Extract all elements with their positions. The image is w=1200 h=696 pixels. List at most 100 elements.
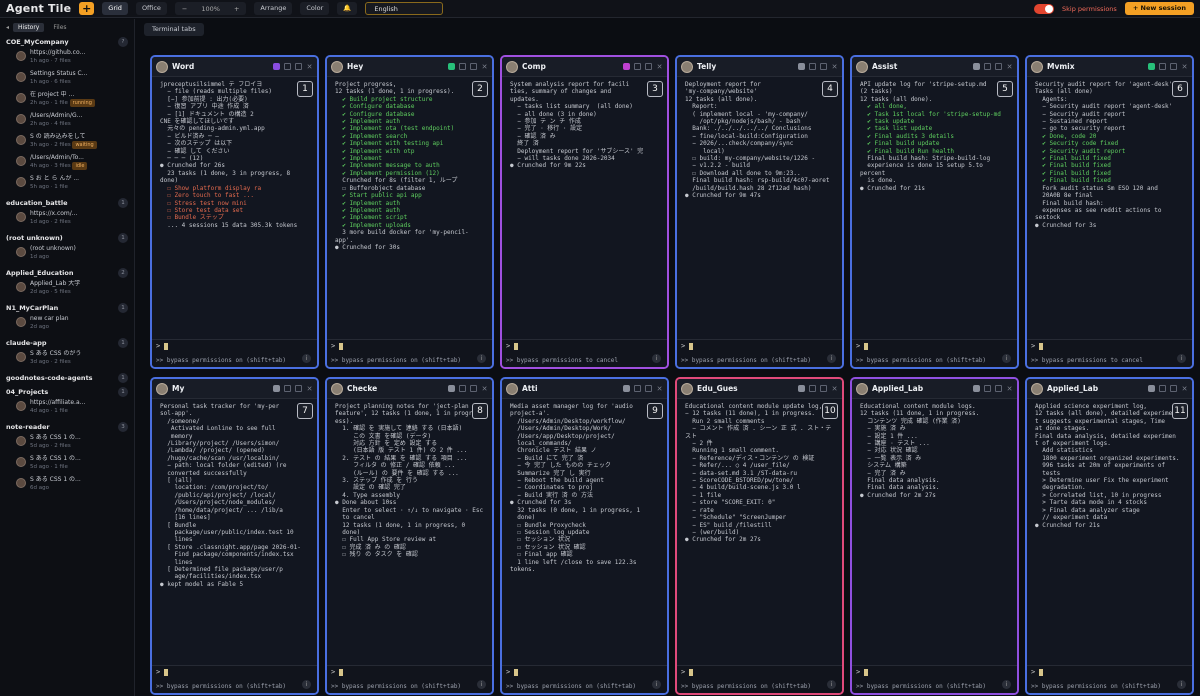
session-tile[interactable]: Applied_Lab ✕ Educational content module… <box>850 377 1019 695</box>
session-tile[interactable]: My ✕ 7 Personal task tracker for 'my-per s… <box>150 377 319 695</box>
project-header[interactable]: 04_Projects 1 <box>6 385 128 399</box>
expand-icon[interactable] <box>459 63 466 70</box>
tab-files[interactable]: Files <box>48 23 71 32</box>
collapse-icon[interactable]: ◂ <box>6 24 9 31</box>
project-header[interactable]: N1_MyCarPlan 1 <box>6 301 128 315</box>
minimize-icon[interactable] <box>645 63 652 70</box>
project-header[interactable]: goodnotes-code-agents 1 <box>6 371 128 385</box>
close-icon[interactable]: ✕ <box>306 385 313 393</box>
prompt-caret[interactable]: > <box>681 668 694 676</box>
language-select[interactable]: English <box>365 2 444 15</box>
terminal-input-area[interactable]: > >> bypass permissions on (shift+tab) i <box>852 339 1017 367</box>
prompt-caret[interactable]: > <box>856 342 869 350</box>
session-item[interactable]: S ある CSS のがう 3d ago · 2 files <box>6 350 128 371</box>
minimize-icon[interactable] <box>1170 385 1177 392</box>
session-tile[interactable]: Atti ✕ 9 Media asset manager log for 'aud… <box>500 377 669 695</box>
terminal-input-area[interactable]: > >> bypass permissions on (shift+tab) i <box>677 339 842 367</box>
close-icon[interactable]: ✕ <box>1006 385 1013 393</box>
prompt-caret[interactable]: > <box>331 668 344 676</box>
terminal-input-area[interactable]: > >> bypass permissions on (shift+tab) i <box>502 665 667 693</box>
bell-icon[interactable]: 🔔 <box>337 2 358 15</box>
prompt-caret[interactable]: > <box>156 668 169 676</box>
terminal-input-area[interactable]: > >> bypass permissions to cancel i <box>1027 339 1192 367</box>
info-icon[interactable]: i <box>1002 680 1011 689</box>
close-icon[interactable]: ✕ <box>831 385 838 393</box>
expand-icon[interactable] <box>634 63 641 70</box>
prompt-caret[interactable]: > <box>156 342 169 350</box>
session-item[interactable]: new car plan 2d ago <box>6 315 128 336</box>
session-item[interactable]: S ある CSS 1 の... 5d ago · 2 files <box>6 434 128 455</box>
info-icon[interactable]: i <box>477 680 486 689</box>
terminal-input-area[interactable]: > >> bypass permissions on (shift+tab) i <box>152 665 317 693</box>
grid-view-button[interactable]: Grid <box>102 2 128 15</box>
prompt-caret[interactable]: > <box>1031 342 1044 350</box>
session-item[interactable]: Applied_Lab 大学 2d ago · 5 files <box>6 280 128 301</box>
session-tile[interactable]: Applied_Lab ✕ 11 Applied science experime… <box>1025 377 1194 695</box>
close-icon[interactable]: ✕ <box>306 63 313 71</box>
prompt-caret[interactable]: > <box>856 668 869 676</box>
session-tile[interactable]: Telly ✕ 4 Deployment report for'my-compan… <box>675 55 844 369</box>
new-session-button[interactable]: + New session <box>1124 2 1194 15</box>
session-item[interactable]: Settings Status C... 1h ago · 6 files <box>6 70 128 91</box>
session-item[interactable]: S ある CSS 1 の... 6d ago <box>6 476 128 497</box>
close-icon[interactable]: ✕ <box>481 385 488 393</box>
add-project-button[interactable]: + <box>79 2 95 15</box>
expand-icon[interactable] <box>634 385 641 392</box>
minimize-icon[interactable] <box>470 63 477 70</box>
terminal-input-area[interactable]: > >> bypass permissions to cancel i <box>502 339 667 367</box>
session-tile[interactable]: Checke ✕ 8 Project planning notes for 'je… <box>325 377 494 695</box>
info-icon[interactable]: i <box>827 680 836 689</box>
session-tile[interactable]: Word ✕ 1 jpreceptusilsimmel テ フロイヨ − file… <box>150 55 319 369</box>
close-icon[interactable]: ✕ <box>1006 63 1013 71</box>
info-icon[interactable]: i <box>1177 354 1186 363</box>
arrange-button[interactable]: Arrange <box>254 2 293 15</box>
close-icon[interactable]: ✕ <box>1181 63 1188 71</box>
info-icon[interactable]: i <box>1002 354 1011 363</box>
expand-icon[interactable] <box>984 63 991 70</box>
close-icon[interactable]: ✕ <box>1181 385 1188 393</box>
session-item[interactable]: S ある CSS 1 の... 5d ago · 1 file <box>6 455 128 476</box>
session-tile[interactable]: Mvmix ✕ 6 Security audit report for 'agen… <box>1025 55 1194 369</box>
terminal-input-area[interactable]: > >> bypass permissions on (shift+tab) i <box>677 665 842 693</box>
tab-terminal[interactable]: Terminal tabs <box>144 23 204 36</box>
session-item[interactable]: S の 読み込みをして 3h ago · 2 files waiting <box>6 133 128 154</box>
office-view-button[interactable]: Office <box>135 2 167 15</box>
tab-history[interactable]: History <box>13 22 45 32</box>
session-item[interactable]: /Users/Admin/To... 4h ago · 3 files idle <box>6 154 128 175</box>
session-tile[interactable]: Hey ✕ 2 Project progress, 12 tasks (1 done… <box>325 55 494 369</box>
prompt-caret[interactable]: > <box>331 342 344 350</box>
info-icon[interactable]: i <box>1177 680 1186 689</box>
minimize-icon[interactable] <box>995 63 1002 70</box>
terminal-input-area[interactable]: > >> bypass permissions on (shift+tab) i <box>327 665 492 693</box>
prompt-caret[interactable]: > <box>681 342 694 350</box>
expand-icon[interactable] <box>809 385 816 392</box>
close-icon[interactable]: ✕ <box>656 385 663 393</box>
close-icon[interactable]: ✕ <box>656 63 663 71</box>
minimize-icon[interactable] <box>645 385 652 392</box>
terminal-input-area[interactable]: > >> bypass permissions on (shift+tab) i <box>152 339 317 367</box>
session-item[interactable]: https://github.co... 1h ago · 7 files <box>6 49 128 70</box>
minimize-icon[interactable] <box>470 385 477 392</box>
bypass-toggle[interactable] <box>1034 3 1055 14</box>
info-icon[interactable]: i <box>652 354 661 363</box>
expand-icon[interactable] <box>459 385 466 392</box>
close-icon[interactable]: ✕ <box>481 63 488 71</box>
info-icon[interactable]: i <box>652 680 661 689</box>
minimize-icon[interactable] <box>995 385 1002 392</box>
info-icon[interactable]: i <box>302 680 311 689</box>
session-item[interactable]: 在 project 中 ... 2h ago · 1 file running <box>6 91 128 112</box>
prompt-caret[interactable]: > <box>506 342 519 350</box>
expand-icon[interactable] <box>1159 385 1166 392</box>
minimize-icon[interactable] <box>1170 63 1177 70</box>
session-item[interactable]: https://affiliate.a... 4d ago · 1 file <box>6 399 128 420</box>
minimize-icon[interactable] <box>820 385 827 392</box>
color-button[interactable]: Color <box>300 2 330 15</box>
session-tile[interactable]: Edu_Gues ✕ 10 Educational content module … <box>675 377 844 695</box>
info-icon[interactable]: i <box>477 354 486 363</box>
expand-icon[interactable] <box>284 63 291 70</box>
session-item[interactable]: S お と ら んが ... 5h ago · 1 file <box>6 175 128 196</box>
terminal-input-area[interactable]: > >> bypass permissions on (shift+tab) i <box>1027 665 1192 693</box>
zoom-out-button[interactable]: − <box>175 5 194 13</box>
project-header[interactable]: note-reader 3 <box>6 420 128 434</box>
terminal-input-area[interactable]: > >> bypass permissions on (shift+tab) i <box>852 665 1017 693</box>
